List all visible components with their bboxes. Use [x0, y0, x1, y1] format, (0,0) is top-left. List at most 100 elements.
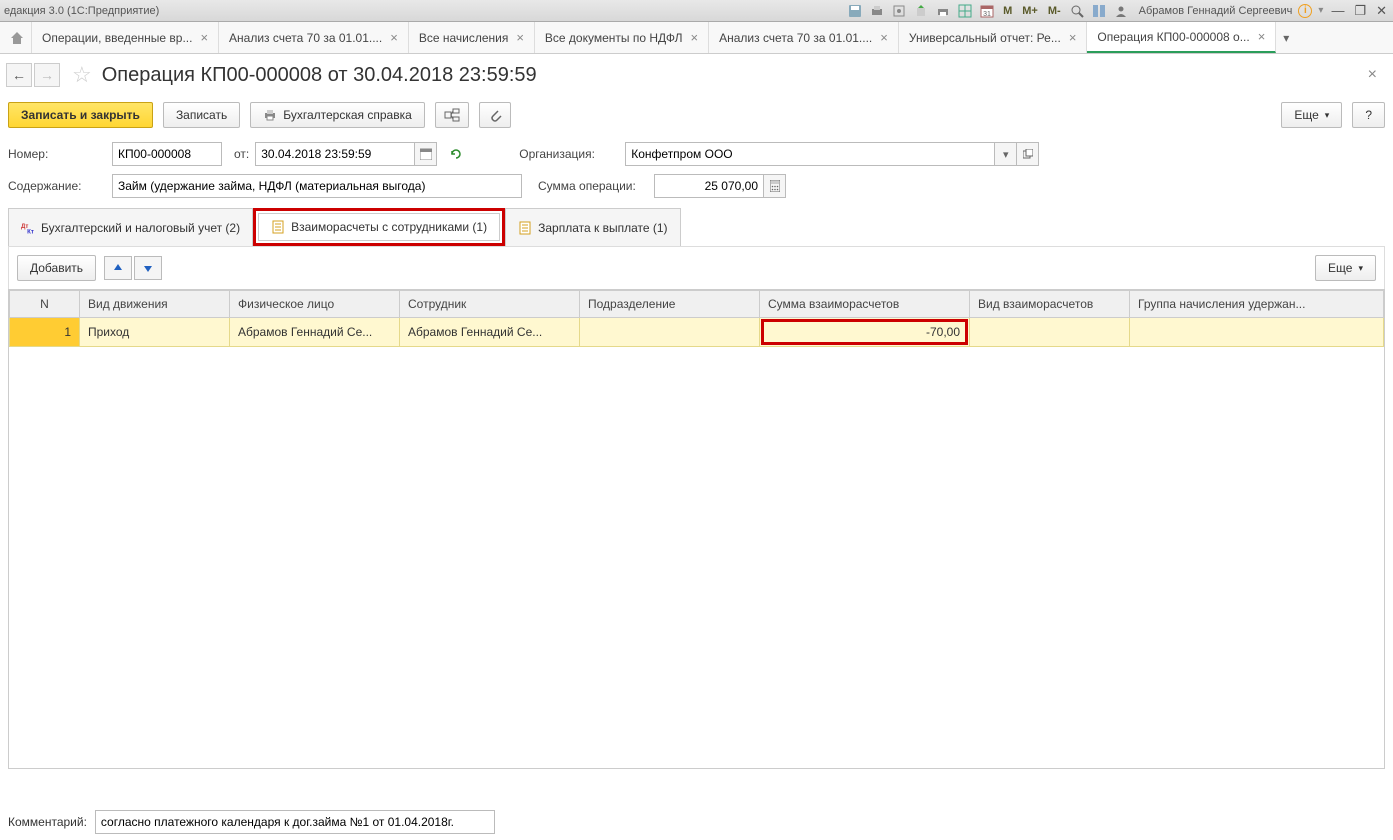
col-n[interactable]: N [10, 291, 80, 318]
minimize-icon[interactable]: — [1329, 3, 1346, 18]
save-button[interactable]: Записать [163, 102, 240, 128]
info-icon[interactable]: i [1298, 4, 1312, 18]
mplus-button[interactable]: M+ [1020, 5, 1040, 17]
tab-analysis70-1[interactable]: Анализ счета 70 за 01.01....× [219, 22, 409, 53]
comment-input[interactable] [95, 810, 495, 834]
save-and-close-button[interactable]: Записать и закрыть [8, 102, 153, 128]
table-row[interactable]: 1 Приход Абрамов Геннадий Се... Абрамов … [10, 318, 1384, 347]
cell-group[interactable] [1130, 318, 1384, 347]
doc-up-icon[interactable] [913, 3, 929, 19]
content-label: Содержание: [8, 179, 106, 193]
inner-tab-settlements[interactable]: Взаиморасчеты с сотрудниками (1) [258, 213, 500, 241]
structure-button[interactable] [435, 102, 469, 128]
layout-icon[interactable] [1091, 3, 1107, 19]
titlebar: едакция 3.0 (1С:Предприятие) 31 M M+ M- … [0, 0, 1393, 22]
tabs-dropdown-icon[interactable]: ▾ [1276, 22, 1296, 53]
refresh-icon[interactable] [449, 147, 463, 161]
sum-input[interactable] [654, 174, 764, 198]
info-dropdown-icon[interactable]: ▾ [1318, 5, 1323, 16]
calendar-picker-icon[interactable] [415, 142, 437, 166]
print-icon[interactable] [869, 3, 885, 19]
home-button[interactable] [2, 22, 32, 53]
help-button[interactable]: ? [1352, 102, 1385, 128]
grid-more-button[interactable]: Еще ▾ [1315, 255, 1376, 281]
col-amount[interactable]: Сумма взаиморасчетов [760, 291, 970, 318]
tab-close-icon[interactable]: × [200, 30, 208, 45]
preview-icon[interactable] [891, 3, 907, 19]
cell-department[interactable] [580, 318, 760, 347]
svg-text:31: 31 [983, 11, 991, 18]
page-close-icon[interactable]: × [1362, 66, 1383, 84]
tab-ndfl-docs[interactable]: Все документы по НДФЛ× [535, 22, 709, 53]
form-row-1: Номер: от: Организация: ▾ [0, 138, 1393, 170]
comment-label: Комментарий: [8, 815, 87, 829]
cell-amount[interactable]: -70,00 [760, 318, 970, 347]
chevron-down-icon: ▾ [1325, 110, 1330, 121]
m-button[interactable]: M [1001, 5, 1014, 17]
col-movement[interactable]: Вид движения [80, 291, 230, 318]
close-icon[interactable]: ✕ [1374, 3, 1389, 19]
cell-n[interactable]: 1 [10, 318, 80, 347]
cell-movement[interactable]: Приход [80, 318, 230, 347]
tab-close-icon[interactable]: × [691, 30, 699, 45]
tab-close-icon[interactable]: × [880, 30, 888, 45]
save-icon[interactable] [847, 3, 863, 19]
inner-tab-salary[interactable]: Зарплата к выплате (1) [505, 208, 680, 246]
doc-print-icon[interactable] [935, 3, 951, 19]
accounting-reference-button[interactable]: Бухгалтерская справка [250, 102, 425, 128]
zoom-icon[interactable] [1069, 3, 1085, 19]
col-person[interactable]: Физическое лицо [230, 291, 400, 318]
col-department[interactable]: Подразделение [580, 291, 760, 318]
org-dropdown-icon[interactable]: ▾ [995, 142, 1017, 166]
page-title: Операция КП00-000008 от 30.04.2018 23:59… [102, 64, 537, 87]
date-input[interactable] [255, 142, 415, 166]
tab-operation-current[interactable]: Операция КП00-000008 о...× [1087, 22, 1276, 53]
settlements-grid[interactable]: N Вид движения Физическое лицо Сотрудник… [8, 289, 1385, 769]
form-row-2: Содержание: Сумма операции: [0, 170, 1393, 202]
tab-close-icon[interactable]: × [390, 30, 398, 45]
tab-close-icon[interactable]: × [516, 30, 524, 45]
tab-close-icon[interactable]: × [1258, 29, 1266, 44]
number-input[interactable] [112, 142, 222, 166]
tab-operations[interactable]: Операции, введенные вр...× [32, 22, 219, 53]
cell-person[interactable]: Абрамов Геннадий Се... [230, 318, 400, 347]
tab-universal-report[interactable]: Универсальный отчет: Ре...× [899, 22, 1088, 53]
org-input[interactable] [625, 142, 995, 166]
tab-close-icon[interactable]: × [1069, 30, 1077, 45]
inner-tabs: ДтКт Бухгалтерский и налоговый учет (2) … [0, 202, 1393, 246]
calendar-icon[interactable]: 31 [979, 3, 995, 19]
cell-kind[interactable] [970, 318, 1130, 347]
attachment-button[interactable] [479, 102, 511, 128]
app-title: едакция 3.0 (1С:Предприятие) [4, 5, 847, 17]
col-employee[interactable]: Сотрудник [400, 291, 580, 318]
comment-row: Комментарий: [0, 804, 1393, 840]
org-open-icon[interactable] [1017, 142, 1039, 166]
sum-label: Сумма операции: [538, 179, 648, 193]
inner-tab-label: Взаиморасчеты с сотрудниками (1) [291, 220, 487, 234]
restore-icon[interactable]: ❐ [1352, 3, 1368, 19]
inner-tab-label: Зарплата к выплате (1) [538, 221, 667, 235]
content-input[interactable] [112, 174, 522, 198]
nav-back-button[interactable]: ← [6, 63, 32, 87]
amount-highlight: -70,00 [761, 319, 968, 345]
accounting-ref-label: Бухгалтерская справка [283, 108, 412, 122]
move-down-button[interactable] [134, 256, 162, 280]
more-button[interactable]: Еще ▾ [1281, 102, 1342, 128]
page-header: ← → ☆ Операция КП00-000008 от 30.04.2018… [0, 54, 1393, 98]
add-row-button[interactable]: Добавить [17, 255, 96, 281]
tab-accruals[interactable]: Все начисления× [409, 22, 535, 53]
doc-icon [271, 220, 285, 234]
col-group[interactable]: Группа начисления удержан... [1130, 291, 1384, 318]
number-label: Номер: [8, 147, 106, 161]
calculator-icon[interactable] [764, 174, 786, 198]
inner-tab-accounting[interactable]: ДтКт Бухгалтерский и налоговый учет (2) [8, 208, 253, 246]
grid-icon[interactable] [957, 3, 973, 19]
favorite-star-icon[interactable]: ☆ [72, 62, 92, 88]
nav-forward-button[interactable]: → [34, 63, 60, 87]
tab-analysis70-2[interactable]: Анализ счета 70 за 01.01....× [709, 22, 899, 53]
move-up-button[interactable] [104, 256, 132, 280]
mminus-button[interactable]: M- [1046, 5, 1063, 17]
user-icon [1113, 3, 1129, 19]
col-kind[interactable]: Вид взаиморасчетов [970, 291, 1130, 318]
cell-employee[interactable]: Абрамов Геннадий Се... [400, 318, 580, 347]
